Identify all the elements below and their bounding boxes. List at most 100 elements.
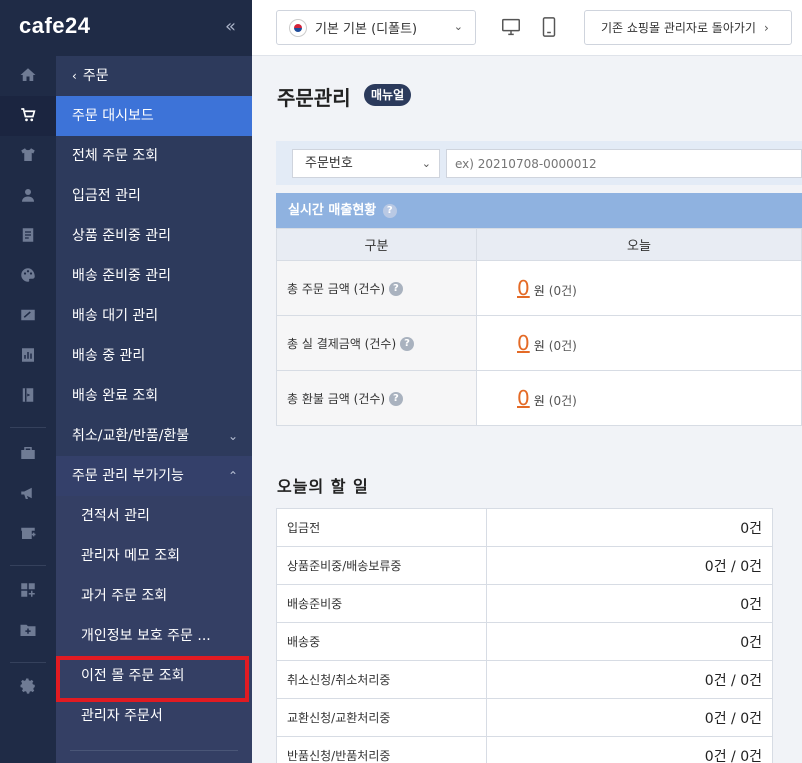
sidebar-back-label: 주문: [82, 68, 109, 84]
table-row: 입금전 0건: [276, 508, 773, 547]
row-label: 총 주문 금액 (건수): [287, 281, 386, 296]
chevron-up-icon: ⌃: [227, 469, 238, 483]
sidebar-subitem-privacy-orders[interactable]: 개인정보 보호 주문 ...: [56, 616, 252, 656]
manual-badge[interactable]: 매뉴얼: [364, 84, 412, 106]
cart-icon[interactable]: [18, 105, 38, 125]
cafe24-logo[interactable]: cafe24: [19, 13, 91, 39]
sidebar-item-before-deposit[interactable]: 입금전 관리: [56, 176, 252, 216]
order-field-select-value: 주문번호: [305, 156, 353, 171]
todo-value[interactable]: 0건 / 0건: [486, 546, 773, 585]
shop-add-icon[interactable]: [18, 523, 38, 543]
todo-value[interactable]: 0건 / 0건: [486, 736, 773, 763]
currency-unit: 원: [533, 339, 545, 353]
sidebar-item-preparing-shipping[interactable]: 배송 준비중 관리: [56, 256, 252, 296]
chevron-left-icon: ‹: [72, 69, 77, 83]
menu-divider: [70, 750, 238, 751]
currency-unit: 원: [533, 284, 545, 298]
row-value-cell: 0 원 (0건): [476, 370, 802, 426]
currency-unit: 원: [533, 394, 545, 408]
help-icon[interactable]: ?: [388, 282, 403, 296]
folder-add-icon[interactable]: [18, 620, 38, 640]
todo-value[interactable]: 0건 / 0건: [486, 660, 773, 699]
sidebar-item-shipping[interactable]: 배송 중 관리: [56, 336, 252, 376]
apps-add-icon[interactable]: [18, 580, 38, 600]
help-icon[interactable]: ?: [382, 203, 397, 218]
amount-link[interactable]: 0: [517, 276, 530, 300]
board-icon[interactable]: [18, 225, 38, 245]
table-row: 배송준비중 0건: [276, 584, 773, 623]
todo-label: 상품준비중/배송보류중: [276, 546, 487, 585]
highlight-box: [56, 656, 249, 702]
sidebar-subitem-admin-memo[interactable]: 관리자 메모 조회: [56, 536, 252, 576]
table-row: 총 실 결제금액 (건수) ? 0 원 (0건): [276, 315, 802, 371]
chart-icon[interactable]: [18, 345, 38, 365]
sidebar-item-label: 주문 관리 부가기능: [72, 468, 184, 484]
shop-select[interactable]: 기본 기본 (디폴트) ⌄: [276, 10, 476, 45]
todo-label: 입금전: [276, 508, 487, 547]
sidebar-subitem-quotes[interactable]: 견적서 관리: [56, 496, 252, 536]
todo-value[interactable]: 0건: [486, 622, 773, 661]
book-icon[interactable]: [18, 385, 38, 405]
order-field-select[interactable]: 주문번호 ⌄: [292, 149, 440, 178]
chevron-right-icon: ›: [763, 20, 769, 35]
store-icon[interactable]: [18, 443, 38, 463]
table-row: 교환신청/교환처리중 0건 / 0건: [276, 698, 773, 737]
page-title: 주문관리: [277, 86, 351, 110]
table-row: 취소신청/취소처리중 0건 / 0건: [276, 660, 773, 699]
amount-link[interactable]: 0: [517, 331, 530, 355]
home-icon[interactable]: [18, 65, 38, 85]
todo-label: 취소신청/취소처리중: [276, 660, 487, 699]
todo-label: 반품신청/반품처리중: [276, 736, 487, 763]
realtime-sales-heading: 실시간 매출현황 ?: [276, 193, 802, 228]
table-row: 총 주문 금액 (건수) ? 0 원 (0건): [276, 260, 802, 316]
row-label-cell: 총 주문 금액 (건수) ?: [276, 260, 477, 316]
todo-value[interactable]: 0건: [486, 584, 773, 623]
megaphone-icon[interactable]: [18, 483, 38, 503]
sidebar-item-order-extras[interactable]: 주문 관리 부가기능 ⌃: [56, 456, 252, 496]
gear-icon[interactable]: [18, 676, 38, 696]
promotion-icon[interactable]: [18, 305, 38, 325]
realtime-sales-title: 실시간 매출현황: [288, 203, 377, 218]
row-label: 총 환불 금액 (건수): [287, 391, 386, 406]
user-icon[interactable]: [18, 185, 38, 205]
table-row: 상품준비중/배송보류중 0건 / 0건: [276, 546, 773, 585]
back-to-legacy-admin-button[interactable]: 기존 쇼핑몰 관리자로 돌아가기 ›: [584, 10, 792, 45]
column-header-category: 구분: [276, 228, 477, 261]
sidebar-top: cafe24 «: [0, 0, 252, 56]
realtime-sales-table: 구분 오늘 총 주문 금액 (건수) ? 0 원 (0건) 총 실 결제금액 (건수…: [276, 228, 802, 426]
todo-table: 입금전 0건 상품준비중/배송보류중 0건 / 0건 배송준비중 0건 배송중 0건 취…: [276, 508, 773, 763]
order-count: (0건): [548, 339, 577, 353]
todo-value[interactable]: 0건: [486, 508, 773, 547]
table-header-row: 구분 오늘: [276, 228, 802, 261]
icon-rail: [0, 0, 56, 763]
row-value-cell: 0 원 (0건): [476, 315, 802, 371]
sidebar-item-preparing-products[interactable]: 상품 준비중 관리: [56, 216, 252, 256]
sidebar-item-shipped[interactable]: 배송 완료 조회: [56, 376, 252, 416]
amount-link[interactable]: 0: [517, 386, 530, 410]
order-count: (0건): [548, 284, 577, 298]
help-icon[interactable]: ?: [399, 337, 414, 351]
sidebar-item-cancel-exchange[interactable]: 취소/교환/반품/환불 ⌄: [56, 416, 252, 456]
help-icon[interactable]: ?: [388, 392, 403, 406]
sidebar-subitem-past-orders[interactable]: 과거 주문 조회: [56, 576, 252, 616]
rail-divider: [10, 427, 46, 428]
todo-title: 오늘의 할 일: [277, 477, 369, 496]
mobile-icon[interactable]: [538, 16, 560, 38]
row-label-cell: 총 실 결제금액 (건수) ?: [276, 315, 477, 371]
todo-value[interactable]: 0건 / 0건: [486, 698, 773, 737]
sidebar-item-all-orders[interactable]: 전체 주문 조회: [56, 136, 252, 176]
row-label: 총 실 결제금액 (건수): [287, 336, 397, 351]
palette-icon[interactable]: [18, 265, 38, 285]
sidebar-subitem-admin-order-form[interactable]: 관리자 주문서: [56, 696, 252, 736]
shirt-icon[interactable]: [18, 145, 38, 165]
double-chevron-left-icon[interactable]: «: [225, 16, 236, 37]
sidebar-item-label: 취소/교환/반품/환불: [72, 428, 190, 444]
sidebar-item-shipping-waiting[interactable]: 배송 대기 관리: [56, 296, 252, 336]
sidebar-item-order-dashboard[interactable]: 주문 대시보드: [56, 96, 252, 136]
search-area: 주문번호 ⌄: [276, 141, 802, 185]
monitor-icon[interactable]: [500, 16, 522, 38]
rail-divider: [10, 565, 46, 566]
order-search-input[interactable]: [446, 149, 802, 178]
sidebar-back-order[interactable]: ‹ 주문: [56, 56, 252, 96]
table-row: 반품신청/반품처리중 0건 / 0건: [276, 736, 773, 763]
